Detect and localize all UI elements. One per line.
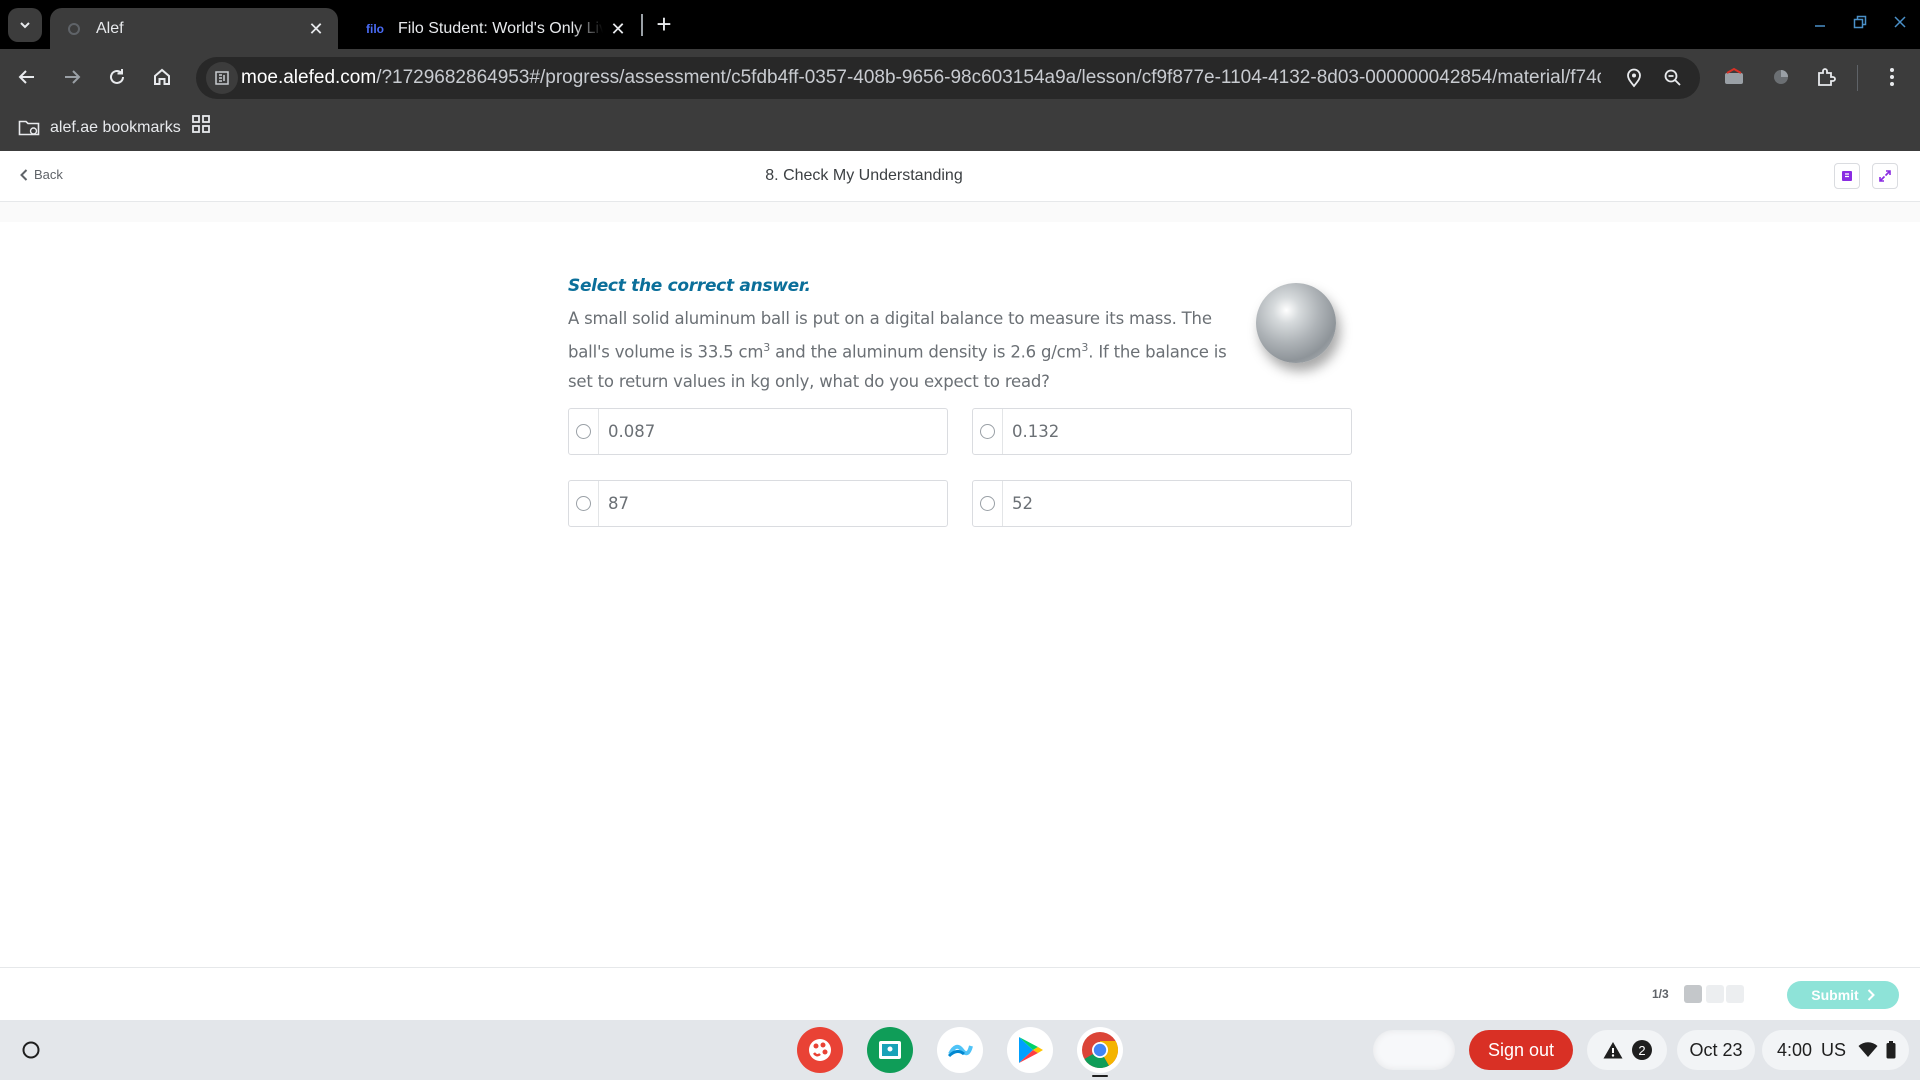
radio-cell [973,409,1003,454]
option-label: 87 [608,494,629,513]
toolbar-divider [1857,65,1858,91]
progress-step-2[interactable] [1706,985,1724,1003]
extension-cast-icon[interactable] [1718,61,1750,93]
warning-icon [1603,1042,1623,1059]
radio-button[interactable] [576,424,591,439]
option-label: 52 [1012,494,1033,513]
chevron-right-icon [1867,989,1875,1001]
bookmark-folder-alef[interactable]: alef.ae bookmarks [18,114,181,142]
system-tray[interactable]: 4:00 US [1762,1030,1909,1070]
browser-toolbar: moe.alefed.com/?1729682864953#/progress/… [0,49,1920,106]
calendar-date[interactable]: Oct 23 [1677,1030,1755,1070]
question-text: A small solid aluminum ball is put on a … [568,304,1228,396]
progress-step-1[interactable] [1684,985,1702,1003]
url-text: moe.alefed.com/?1729682864953#/progress/… [241,57,1601,99]
answer-option-1[interactable]: 0.087 [568,408,948,455]
tab-filo[interactable]: filo Filo Student: World's Only Live I ✕ [346,8,640,49]
close-window-icon[interactable] [1888,10,1912,34]
back-icon[interactable] [11,61,43,93]
submit-label: Submit [1811,987,1859,1003]
content-top-band [0,202,1920,222]
launcher-circle-icon [22,1041,40,1059]
page-title: 8. Check My Understanding [765,167,963,184]
answer-option-4[interactable]: 52 [972,480,1352,527]
classroom-app-icon[interactable] [867,1027,913,1073]
url-path: /?1729682864953#/progress/assessment/c5f… [376,67,1601,88]
submit-button[interactable]: Submit [1787,981,1899,1009]
managed-folder-icon [18,120,40,136]
chevron-down-icon [20,22,30,29]
notification-count-badge: 2 [1632,1040,1652,1060]
clock-time: 4:00 [1777,1039,1813,1060]
site-info-icon[interactable] [206,62,238,94]
locale-label: US [1821,1039,1847,1060]
extensions-puzzle-icon[interactable] [1810,61,1842,93]
fullscreen-button[interactable] [1872,163,1898,189]
new-tab-button[interactable]: + [651,11,677,37]
os-shelf: Sign out 2 Oct 23 4:00 US [0,1020,1920,1080]
radio-button[interactable] [980,496,995,511]
minimize-icon[interactable] [1808,10,1832,34]
swift-app-icon[interactable] [937,1027,983,1073]
filo-favicon-icon: filo [366,21,384,36]
home-icon[interactable] [146,61,178,93]
tab-close-icon[interactable]: ✕ [608,19,628,39]
tab-close-icon[interactable]: ✕ [306,19,326,39]
question-text-part2: and the aluminum density is 2.6 g/cm [770,342,1082,362]
radio-cell [569,481,599,526]
location-icon[interactable] [1622,66,1646,90]
chrome-icon[interactable] [1077,1027,1123,1073]
option-label: 0.132 [1012,422,1060,441]
address-bar[interactable]: moe.alefed.com/?1729682864953#/progress/… [196,57,1700,99]
radio-cell [569,409,599,454]
active-app-indicator [1092,1075,1108,1077]
question-area: Select the correct answer. A small solid… [0,202,1920,967]
question-instruction: Select the correct answer. [568,276,811,296]
radio-cell [973,481,1003,526]
tab-alef[interactable]: Alef ✕ [50,8,338,49]
bookmarks-bar: alef.ae bookmarks [0,106,1920,151]
assessment-footer: 1/3 Submit [0,967,1920,1020]
tab-title: Filo Student: World's Only Live I [398,19,603,37]
forward-icon[interactable] [56,61,88,93]
notebook-icon [1842,171,1852,181]
restore-icon[interactable] [1848,10,1872,34]
launcher-button[interactable] [16,1035,46,1065]
battery-icon [1886,1041,1896,1059]
answer-option-2[interactable]: 0.132 [972,408,1352,455]
radio-button[interactable] [980,424,995,439]
answer-option-3[interactable]: 87 [568,480,948,527]
extension-shield-icon[interactable] [1765,61,1797,93]
apps-grid-icon[interactable] [191,114,211,139]
option-label: 0.087 [608,422,656,441]
menu-kebab-icon[interactable] [1876,61,1908,93]
pinned-files-holdingspace[interactable] [1373,1030,1455,1070]
tab-separator [641,14,643,36]
reload-icon[interactable] [101,61,133,93]
expand-icon [1879,170,1891,182]
notification-center[interactable]: 2 [1587,1030,1667,1070]
canvas-app-icon[interactable] [797,1027,843,1073]
radio-button[interactable] [576,496,591,511]
lesson-header: Back 8. Check My Understanding [0,151,1920,202]
progress-counter: 1/3 [1652,987,1669,1001]
aluminum-ball-image [1256,283,1336,363]
progress-step-3[interactable] [1726,985,1744,1003]
question-block: Select the correct answer. A small solid… [568,276,1228,396]
tab-title: Alef [96,19,124,37]
alef-favicon-icon [66,21,82,37]
url-host: moe.alefed.com [241,67,377,88]
tab-search-button[interactable] [8,8,42,42]
tab-strip: Alef ✕ filo Filo Student: World's Only L… [0,0,1920,49]
notes-button[interactable] [1834,163,1860,189]
zoom-icon[interactable] [1661,66,1685,90]
wifi-icon [1858,1042,1878,1057]
play-store-icon[interactable] [1007,1027,1053,1073]
bookmark-label: alef.ae bookmarks [50,119,181,136]
sign-out-button[interactable]: Sign out [1469,1030,1573,1070]
